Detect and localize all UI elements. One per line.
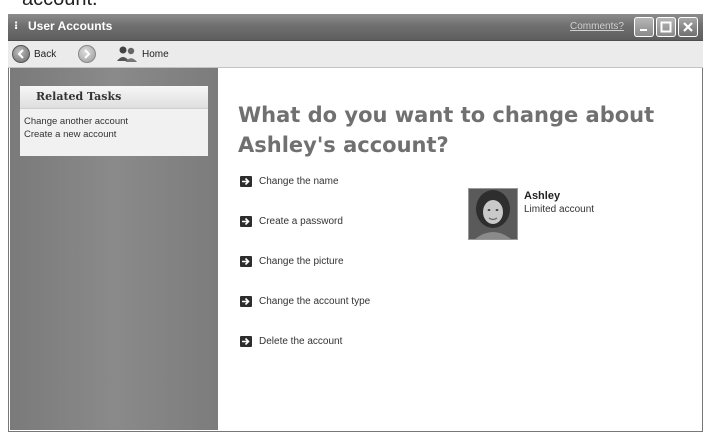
option-label: Create a password — [259, 216, 343, 227]
option-label: Delete the account — [259, 336, 343, 347]
heading-line-2: Ashley's account? — [238, 133, 449, 157]
page-heading: What do you want to change about Ashley'… — [238, 100, 658, 160]
change-another-account-link[interactable]: Change another account — [20, 115, 208, 128]
account-avatar — [468, 188, 518, 240]
task-pane: Related Tasks Change another account Cre… — [10, 68, 218, 430]
maximize-icon — [660, 21, 672, 33]
minimize-button[interactable] — [634, 17, 654, 37]
arrow-right-icon — [240, 336, 252, 347]
close-button[interactable] — [678, 17, 698, 37]
related-tasks-heading: Related Tasks — [20, 86, 208, 109]
forward-arrow-icon — [78, 45, 96, 63]
option-label: Change the name — [259, 176, 339, 187]
related-tasks-box: Related Tasks Change another account Cre… — [20, 86, 208, 156]
change-account-type-option[interactable]: Change the account type — [240, 296, 370, 307]
home-button[interactable]: Home — [116, 44, 169, 64]
create-new-account-link[interactable]: Create a new account — [20, 128, 208, 141]
maximize-button[interactable] — [656, 17, 676, 37]
close-icon — [683, 22, 693, 32]
back-label: Back — [34, 48, 57, 60]
account-type: Limited account — [524, 204, 595, 215]
change-picture-option[interactable]: Change the picture — [240, 256, 344, 267]
user-accounts-icon: ⁝ — [14, 19, 19, 32]
title-bar: ⁝ User Accounts Comments? — [8, 14, 703, 41]
home-label: Home — [142, 48, 169, 60]
account-name: Ashley — [524, 190, 561, 202]
navigation-toolbar: Back Home — [8, 41, 703, 68]
users-icon — [117, 46, 137, 62]
user-accounts-window: ⁝ User Accounts Comments? Back Home Rela… — [8, 14, 703, 432]
arrow-right-icon — [240, 256, 252, 267]
arrow-right-icon — [240, 176, 252, 187]
caption-fragment: account. — [22, 0, 98, 11]
window-title: User Accounts — [28, 19, 113, 33]
create-password-option[interactable]: Create a password — [240, 216, 343, 227]
comments-link[interactable]: Comments? — [570, 21, 624, 32]
option-label: Change the account type — [259, 296, 371, 307]
minimize-icon — [640, 29, 647, 31]
option-label: Change the picture — [259, 256, 344, 267]
forward-button[interactable] — [78, 44, 96, 64]
arrow-right-icon — [240, 216, 252, 227]
heading-line-1: What do you want to change about — [238, 103, 655, 127]
change-name-option[interactable]: Change the name — [240, 176, 339, 187]
back-button[interactable]: Back — [12, 44, 56, 64]
back-arrow-icon — [12, 45, 30, 63]
delete-account-option[interactable]: Delete the account — [240, 336, 342, 347]
arrow-right-icon — [240, 296, 252, 307]
